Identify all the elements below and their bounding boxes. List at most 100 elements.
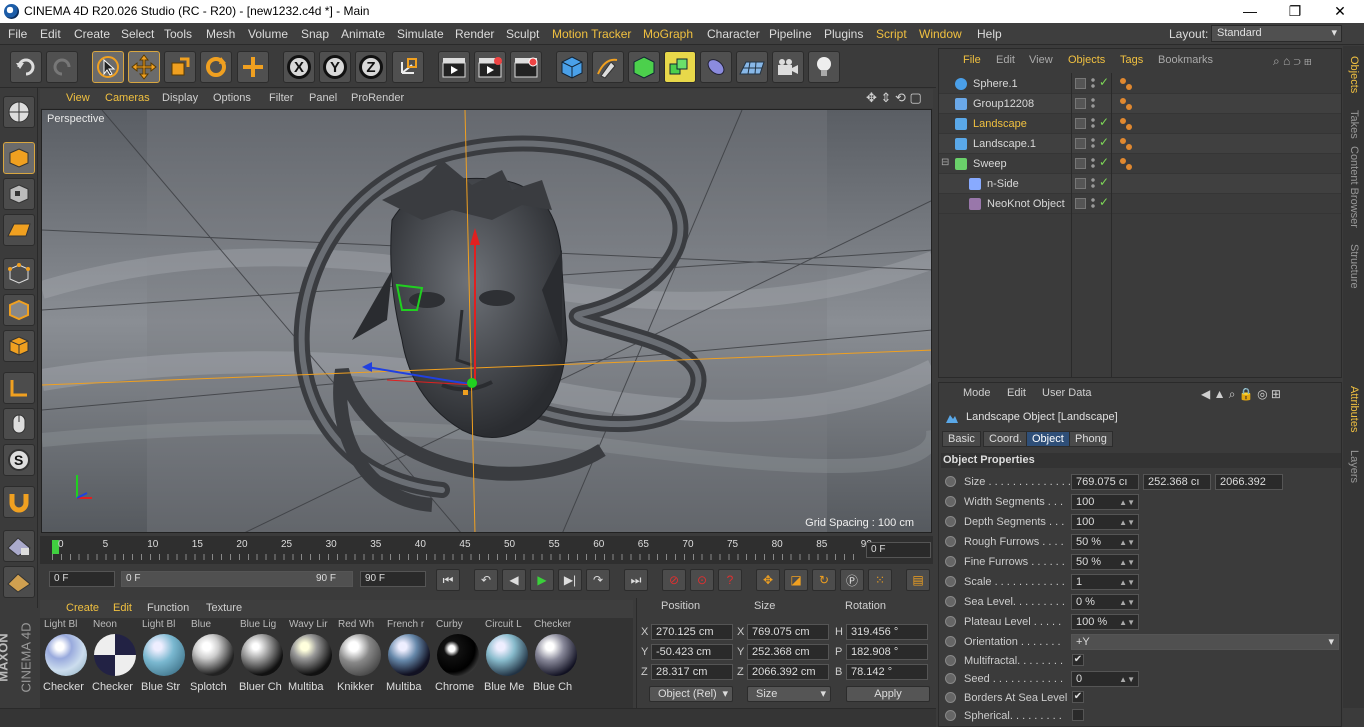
enabled-check-icon[interactable]: ✓ [1099,115,1109,129]
material-swatch[interactable]: Checker Blue Ch [532,619,579,693]
layer-visibility-icon[interactable] [1075,178,1086,189]
animation-bullet-icon[interactable] [945,596,956,607]
phong-tag-icon[interactable] [1119,157,1133,171]
snap-toggle-button[interactable]: S [3,444,35,476]
material-swatch[interactable]: Wavy Lir Multiba [287,619,334,693]
material-menu-edit[interactable]: Edit [113,602,132,614]
menu-script[interactable]: Script [876,27,907,41]
workplane-mode-button[interactable] [3,214,35,246]
objects-menu-bookmarks[interactable]: Bookmarks [1158,54,1213,66]
menu-create[interactable]: Create [74,27,110,41]
viewport-menu-display[interactable]: Display [162,92,198,104]
menu-volume[interactable]: Volume [248,27,288,41]
enabled-check-icon[interactable]: ✓ [1099,155,1109,169]
multifractal-checkbox[interactable]: ✔ [1072,654,1084,666]
go-to-start-button[interactable]: ⏮ [436,569,460,591]
viewport-menu-prorender[interactable]: ProRender [351,92,404,104]
enabled-check-icon[interactable]: ✓ [1099,135,1109,149]
size-z-input[interactable]: 2066.392 [1215,474,1283,490]
layout-dropdown[interactable]: Standard ▾ [1211,25,1342,42]
position-y-field[interactable]: -50.423 cm [651,644,733,660]
object-row[interactable]: Group12208 [939,94,1341,114]
attributes-menu-edit[interactable]: Edit [1007,387,1026,399]
layer-visibility-icon[interactable] [1075,198,1086,209]
objects-search-home-icons[interactable]: ⌕ ⌂ ⊃ ⊞ [1273,54,1312,69]
material-swatch[interactable]: Curby Chrome [434,619,481,693]
spinner-icon[interactable]: ▲▼ [1119,616,1135,630]
expand-toggle-icon[interactable]: ⊟ [941,157,949,168]
parameter-key-button[interactable]: Ⓟ [840,569,864,591]
add-light-button[interactable] [808,51,840,83]
material-swatch[interactable]: French r Multiba [385,619,432,693]
add-floor-button[interactable] [736,51,768,83]
autokeying-button[interactable]: ⊙ [690,569,714,591]
menu-render[interactable]: Render [455,27,494,41]
enabled-check-icon[interactable]: ✓ [1099,175,1109,189]
record-active-objects-button[interactable]: ⊘ [662,569,686,591]
enabled-check-icon[interactable]: ✓ [1099,195,1109,209]
animation-bullet-icon[interactable] [945,692,956,703]
frame-range-slider[interactable]: 0 F 90 F [121,571,353,587]
previous-frame-button[interactable]: ◀ [502,569,526,591]
phong-tag-icon[interactable] [1119,77,1133,91]
magnet-tool-button[interactable] [3,486,35,518]
tweak-mode-button[interactable] [3,408,35,440]
attribute-input[interactable]: 100 % ▲▼ [1071,614,1139,630]
animation-bullet-icon[interactable] [945,496,956,507]
play-button[interactable]: ▶ [530,569,554,591]
3d-viewport[interactable]: Perspective Grid Spacing : 100 cm [41,109,932,533]
animation-bullet-icon[interactable] [945,616,956,627]
maximize-button[interactable]: ❐ [1273,1,1317,21]
position-x-field[interactable]: 270.125 cm [651,624,733,640]
close-button[interactable]: ✕ [1318,1,1362,21]
material-swatch[interactable]: Circuit L Blue Me [483,619,530,693]
size-y-input[interactable]: 252.368 cı [1143,474,1211,490]
scale-key-button[interactable]: ◪ [784,569,808,591]
objects-menu-objects[interactable]: Objects [1068,54,1105,66]
redo-button[interactable] [46,51,78,83]
spinner-icon[interactable]: ▲▼ [1119,516,1135,530]
attributes-nav-icons[interactable]: ◀ ▲ ⌕ 🔒 ◎ ⊞ [1201,387,1281,402]
make-editable-button[interactable] [3,96,35,128]
object-row[interactable]: n-Side ✓ [939,174,1341,194]
objects-menu-file[interactable]: File [963,54,981,66]
editor-render-dots-icon[interactable] [1090,97,1096,110]
layer-visibility-icon[interactable] [1075,138,1086,149]
material-swatch[interactable]: Light Bl Blue Str [140,619,187,693]
timeline-window-button[interactable]: ▤ [906,569,930,591]
tab-basic[interactable]: Basic [942,431,981,447]
phong-tag-icon[interactable] [1119,117,1133,131]
object-row[interactable]: Landscape ✓ [939,114,1341,134]
editor-render-dots-icon[interactable] [1090,157,1096,170]
side-tab-objects[interactable]: Objects [1348,56,1360,93]
keyframe-selection-button[interactable]: ? [718,569,742,591]
seed-input[interactable]: 0 ▲▼ [1071,671,1139,687]
x-axis-lock[interactable]: X [283,51,315,83]
minimize-button[interactable]: — [1228,1,1272,21]
animation-bullet-icon[interactable] [945,536,956,547]
side-tab-takes[interactable]: Takes [1348,110,1360,139]
position-key-button[interactable]: ✥ [756,569,780,591]
animation-bullet-icon[interactable] [945,636,956,647]
menu-sculpt[interactable]: Sculpt [506,27,539,41]
polygons-mode-button[interactable] [3,330,35,362]
viewport-navigation-icons[interactable]: ✥ ⇕ ⟲ ▢ [866,90,922,106]
recent-tool[interactable] [237,51,269,83]
object-row[interactable]: Landscape.1 ✓ [939,134,1341,154]
objects-menu-tags[interactable]: Tags [1120,54,1143,66]
move-tool[interactable] [128,51,160,83]
object-row[interactable]: Sphere.1 ✓ [939,74,1341,94]
menu-motion-tracker[interactable]: Motion Tracker [552,27,631,41]
material-swatch[interactable]: Red Wh Knikker [336,619,383,693]
live-selection-tool[interactable] [92,51,124,83]
menu-edit[interactable]: Edit [40,27,61,41]
material-swatch[interactable]: Neon Checker [91,619,138,693]
phong-tag-icon[interactable] [1119,97,1133,111]
points-mode-button[interactable] [3,258,35,290]
texture-mode-button[interactable] [3,178,35,210]
menu-animate[interactable]: Animate [341,27,385,41]
position-z-field[interactable]: 28.317 cm [651,664,733,680]
animation-bullet-icon[interactable] [945,576,956,587]
viewport-menu-filter[interactable]: Filter [269,92,293,104]
menu-select[interactable]: Select [121,27,154,41]
